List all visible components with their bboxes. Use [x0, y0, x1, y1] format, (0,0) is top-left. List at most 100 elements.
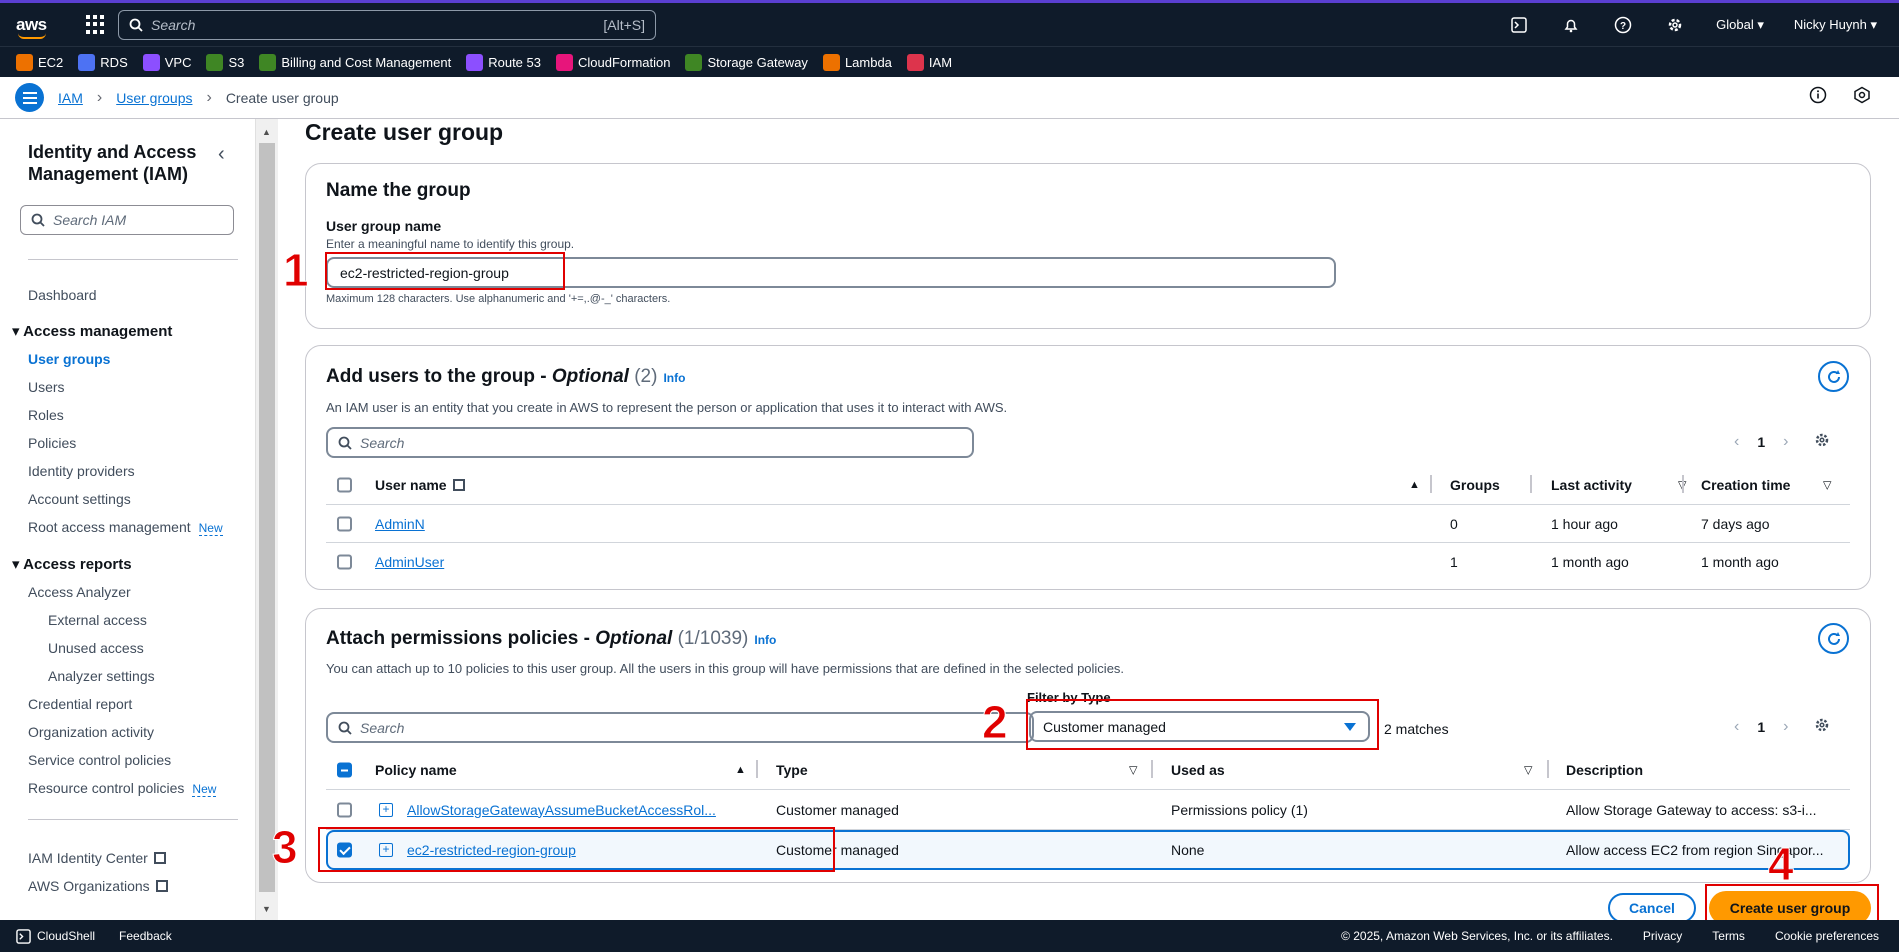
- user-name-link[interactable]: AdminUser: [375, 554, 444, 570]
- sidebar-item-aws-organizations[interactable]: AWS Organizations: [28, 878, 168, 894]
- table-settings-icon[interactable]: [1814, 432, 1830, 451]
- sidebar-item-policies[interactable]: Policies: [28, 435, 76, 451]
- favorite-rds[interactable]: RDS: [78, 53, 128, 71]
- sidebar-scrollbar[interactable]: ▲ ▼: [256, 119, 278, 920]
- region-selector[interactable]: Global ▾: [1716, 17, 1764, 33]
- column-last-activity[interactable]: Last activity: [1551, 477, 1632, 493]
- breadcrumb-iam-link[interactable]: IAM: [58, 90, 83, 106]
- sort-icon[interactable]: ▽: [1524, 763, 1532, 776]
- notifications-bell-icon[interactable]: [1560, 14, 1582, 36]
- favorite-storage-gateway[interactable]: Storage Gateway: [685, 53, 808, 71]
- annotation-box-3: [318, 827, 835, 872]
- annotation-marker-1: 1: [283, 244, 310, 297]
- favorite-vpc[interactable]: VPC: [142, 53, 191, 71]
- security-panel-icon[interactable]: [1853, 86, 1871, 109]
- favorite-ec2[interactable]: EC2: [16, 53, 63, 71]
- next-page-icon[interactable]: ›: [1783, 433, 1788, 451]
- sidebar-item-identity-providers[interactable]: Identity providers: [28, 463, 135, 479]
- favorite-s3[interactable]: S3: [206, 53, 244, 71]
- previous-page-icon[interactable]: ‹: [1734, 718, 1739, 736]
- sidebar-section-access-management[interactable]: ▾ Access management: [12, 322, 172, 340]
- services-grid-icon[interactable]: [86, 14, 106, 35]
- column-user-name[interactable]: User name: [375, 477, 465, 493]
- favorite-route-53[interactable]: Route 53: [466, 53, 541, 71]
- sidebar-item-credential-report[interactable]: Credential report: [28, 696, 132, 712]
- sidebar-item-roles[interactable]: Roles: [28, 407, 64, 423]
- sidebar-item-resource-control-policies[interactable]: Resource control policies New: [28, 780, 217, 797]
- sidebar-item-dashboard[interactable]: Dashboard: [28, 287, 97, 303]
- used-as-cell: None: [1171, 842, 1205, 858]
- table-settings-icon[interactable]: [1814, 717, 1830, 736]
- settings-gear-icon[interactable]: [1664, 14, 1686, 36]
- side-navigation-toggle-button[interactable]: [15, 83, 44, 112]
- sidebar-item-analyzer-settings[interactable]: Analyzer settings: [48, 668, 155, 684]
- sidebar-item-users[interactable]: Users: [28, 379, 65, 395]
- current-page[interactable]: 1: [1757, 719, 1765, 735]
- column-description[interactable]: Description: [1566, 762, 1643, 778]
- info-panel-icon[interactable]: [1809, 86, 1827, 109]
- breadcrumb-user-groups-link[interactable]: User groups: [116, 90, 192, 106]
- sidebar-item-iam-identity-center[interactable]: IAM Identity Center: [28, 850, 166, 866]
- select-all-checkbox[interactable]: [337, 762, 352, 777]
- policies-search-input[interactable]: Search: [326, 712, 1034, 743]
- sort-icon[interactable]: ▽: [1129, 763, 1137, 776]
- privacy-link[interactable]: Privacy: [1643, 929, 1682, 943]
- row-checkbox[interactable]: [337, 516, 352, 531]
- sidebar-item-root-access-management[interactable]: Root access management New: [28, 519, 223, 536]
- favorite-billing-and-cost-management[interactable]: Billing and Cost Management: [259, 53, 451, 71]
- info-link[interactable]: Info: [754, 633, 776, 647]
- refresh-icon[interactable]: [1818, 623, 1849, 654]
- scrollbar-thumb[interactable]: [259, 143, 275, 892]
- previous-page-icon[interactable]: ‹: [1734, 433, 1739, 451]
- refresh-icon[interactable]: [1818, 361, 1849, 392]
- info-link[interactable]: Info: [663, 371, 685, 385]
- favorite-iam[interactable]: IAM: [906, 53, 952, 71]
- search-placeholder: Search: [151, 16, 196, 33]
- sidebar-section-access-reports[interactable]: ▾ Access reports: [12, 555, 132, 573]
- column-policy-name[interactable]: Policy name: [375, 762, 457, 778]
- sort-ascending-icon[interactable]: ▲: [735, 764, 746, 776]
- terms-link[interactable]: Terms: [1712, 929, 1745, 943]
- scroll-down-arrow-icon[interactable]: ▼: [262, 904, 271, 914]
- user-name-link[interactable]: AdminN: [375, 516, 425, 532]
- sort-ascending-icon[interactable]: ▲: [1409, 479, 1420, 491]
- scroll-up-arrow-icon[interactable]: ▲: [262, 127, 271, 137]
- help-icon[interactable]: ?: [1612, 14, 1634, 36]
- column-used-as[interactable]: Used as: [1171, 762, 1225, 778]
- column-groups[interactable]: Groups: [1450, 477, 1500, 493]
- add-users-heading: Add users to the group - Optional (2) Inf…: [326, 366, 686, 387]
- account-menu[interactable]: Nicky Huynh ▾: [1794, 17, 1877, 33]
- annotation-box-1: [325, 252, 565, 290]
- iam-search-input[interactable]: Search IAM: [20, 205, 234, 235]
- aws-logo[interactable]: aws: [16, 15, 52, 39]
- column-creation-time[interactable]: Creation time: [1701, 477, 1790, 493]
- name-group-container: Name the group User group name Enter a m…: [305, 163, 1871, 329]
- sidebar-item-external-access[interactable]: External access: [48, 612, 147, 628]
- sidebar-item-access-analyzer[interactable]: Access Analyzer: [28, 584, 131, 600]
- favorite-lambda[interactable]: Lambda: [822, 53, 892, 71]
- column-type[interactable]: Type: [776, 762, 808, 778]
- feedback-link[interactable]: Feedback: [119, 929, 172, 943]
- cloudshell-button[interactable]: CloudShell: [16, 928, 95, 944]
- sidebar-item-account-settings[interactable]: Account settings: [28, 491, 131, 507]
- row-checkbox[interactable]: [337, 554, 352, 570]
- cloudshell-icon[interactable]: [1508, 14, 1530, 36]
- global-search-input[interactable]: Search [Alt+S]: [118, 9, 656, 40]
- sort-icon[interactable]: ▽: [1823, 478, 1831, 491]
- cancel-button[interactable]: Cancel: [1608, 893, 1696, 923]
- current-page[interactable]: 1: [1757, 434, 1765, 450]
- sidebar-item-user-groups[interactable]: User groups: [28, 351, 110, 367]
- sidebar-item-unused-access[interactable]: Unused access: [48, 640, 144, 656]
- users-search-input[interactable]: Search: [326, 427, 974, 458]
- sidebar-item-service-control-policies[interactable]: Service control policies: [28, 752, 171, 768]
- collapse-sidebar-icon[interactable]: ‹: [218, 143, 225, 166]
- favorite-cloudformation[interactable]: CloudFormation: [555, 53, 670, 71]
- row-checkbox[interactable]: [337, 802, 352, 817]
- service-title[interactable]: Identity and Access Management (IAM): [28, 141, 218, 185]
- sidebar-item-organization-activity[interactable]: Organization activity: [28, 724, 154, 740]
- next-page-icon[interactable]: ›: [1783, 718, 1788, 736]
- select-all-checkbox[interactable]: [337, 477, 352, 492]
- policy-name-link[interactable]: AllowStorageGatewayAssumeBucketAccessRol…: [407, 802, 716, 818]
- cookie-preferences-link[interactable]: Cookie preferences: [1775, 929, 1879, 943]
- expand-policy-icon[interactable]: +: [379, 802, 393, 817]
